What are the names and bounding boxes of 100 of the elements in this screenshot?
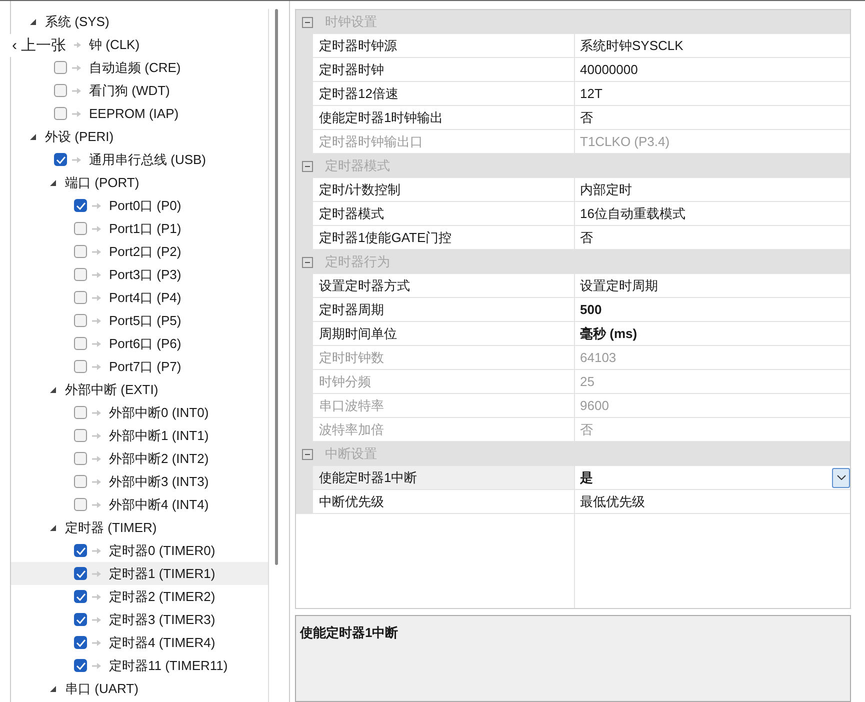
checkbox[interactable] — [54, 84, 67, 97]
tree-item[interactable]: 通用串行总线 (USB) — [89, 150, 206, 168]
property-name[interactable]: 定时器周期 — [313, 298, 575, 322]
checkbox[interactable] — [74, 498, 87, 511]
property-name[interactable]: 周期时间单位 — [313, 322, 575, 346]
category-label: 中断设置 — [325, 445, 377, 463]
property-value[interactable]: 毫秒 (ms) — [580, 324, 638, 342]
property-value[interactable]: 是 — [580, 468, 593, 486]
tree-item[interactable]: 看门狗 (WDT) — [89, 82, 170, 100]
property-value[interactable]: 12T — [580, 86, 602, 101]
tree-item[interactable]: 串口 (UART) — [65, 680, 138, 698]
tree-item[interactable]: Port4口 (P4) — [109, 288, 182, 306]
tree-item[interactable]: 钟 (CLK) — [89, 36, 140, 54]
selected-row[interactable]: 定时器1 (TIMER1) — [11, 562, 268, 585]
expand-triangle-icon[interactable] — [49, 684, 57, 692]
tree-item[interactable]: Port1口 (P1) — [109, 220, 182, 238]
arrow-icon — [92, 316, 101, 324]
tree-item[interactable]: Port7口 (P7) — [109, 358, 182, 376]
arrow-icon — [92, 224, 101, 232]
checkbox[interactable] — [74, 636, 87, 649]
property-value[interactable]: 最低优先级 — [580, 492, 645, 510]
tree-item[interactable]: Port6口 (P6) — [109, 334, 182, 352]
expand-triangle-icon[interactable] — [49, 178, 57, 186]
collapse-icon[interactable] — [302, 16, 313, 28]
check-icon — [76, 546, 86, 554]
tree-item[interactable]: 外部中断4 (INT4) — [109, 496, 209, 514]
checkbox[interactable] — [74, 406, 87, 419]
expand-triangle-icon[interactable] — [29, 18, 37, 26]
checkbox[interactable] — [74, 360, 87, 373]
tree-item[interactable]: Port5口 (P5) — [109, 312, 182, 330]
tree-item[interactable]: 定时器 (TIMER) — [65, 518, 157, 536]
checkbox[interactable] — [74, 337, 87, 350]
tree-item[interactable]: 定时器3 (TIMER3) — [109, 610, 216, 628]
expand-triangle-icon[interactable] — [29, 132, 37, 140]
property-name[interactable]: 定时器时钟 — [313, 58, 575, 82]
tree-item[interactable]: 外部中断2 (INT2) — [109, 450, 209, 468]
tree-item[interactable]: Port0口 (P0) — [109, 196, 182, 214]
property-value[interactable]: 16位自动重载模式 — [580, 204, 686, 222]
property-name[interactable]: 定时器12倍速 — [313, 82, 575, 106]
checkbox[interactable] — [74, 613, 87, 626]
tree-item[interactable]: 定时器11 (TIMER11) — [109, 656, 228, 674]
checkbox[interactable] — [74, 291, 87, 304]
checkbox[interactable] — [74, 429, 87, 442]
property-name[interactable]: 中断优先级 — [313, 490, 575, 514]
checkbox[interactable] — [74, 544, 87, 557]
checkbox[interactable] — [74, 314, 87, 327]
collapse-icon[interactable] — [302, 160, 313, 172]
property-name[interactable]: 定时器时钟源 — [313, 34, 575, 58]
tree-item[interactable]: 外设 (PERI) — [45, 128, 114, 146]
tree-item[interactable]: 定时器1 (TIMER1) — [109, 564, 216, 582]
collapse-icon[interactable] — [302, 448, 313, 460]
checkbox[interactable] — [74, 659, 87, 672]
checkbox[interactable] — [74, 199, 87, 212]
property-value[interactable]: 系统时钟SYSCLK — [580, 36, 684, 54]
arrow-icon — [92, 662, 101, 670]
tree-item[interactable]: 外部中断1 (INT1) — [109, 426, 209, 444]
property-name[interactable]: 使能定时器1中断 — [313, 466, 575, 490]
checkbox[interactable] — [74, 475, 87, 488]
tree-item[interactable]: 定时器0 (TIMER0) — [109, 542, 216, 560]
property-name[interactable]: 定时器1使能GATE门控 — [313, 226, 575, 250]
tree-item[interactable]: 自动追频 (CRE) — [89, 58, 181, 76]
tree-item[interactable]: Port2口 (P2) — [109, 242, 182, 260]
expand-triangle-icon[interactable] — [49, 524, 57, 532]
property-value[interactable]: 否 — [580, 228, 593, 246]
property-value[interactable]: 500 — [580, 302, 602, 317]
checkbox[interactable] — [54, 61, 67, 74]
tree-item[interactable]: 系统 (SYS) — [45, 12, 110, 30]
checkbox[interactable] — [74, 567, 87, 580]
checkbox[interactable] — [54, 153, 67, 166]
checkbox[interactable] — [74, 268, 87, 281]
checkbox[interactable] — [54, 107, 67, 120]
property-name[interactable]: 定时器模式 — [313, 202, 575, 226]
property-value[interactable]: 内部定时 — [580, 180, 632, 198]
checkbox[interactable] — [74, 222, 87, 235]
checkbox[interactable] — [74, 452, 87, 465]
tree-item[interactable]: 定时器4 (TIMER4) — [109, 634, 216, 652]
property-value[interactable]: 40000000 — [580, 62, 638, 77]
checkbox[interactable] — [74, 590, 87, 603]
chevron-left-icon: ‹ — [12, 37, 17, 54]
tree-item[interactable]: 端口 (PORT) — [65, 174, 140, 192]
tree-item[interactable]: EEPROM (IAP) — [89, 106, 179, 121]
checkbox[interactable] — [74, 245, 87, 258]
arrow-icon — [72, 110, 81, 118]
arrow-icon — [92, 638, 101, 646]
tree-item[interactable]: Port3口 (P3) — [109, 266, 182, 284]
property-name[interactable]: 定时/计数控制 — [313, 178, 575, 202]
tree-item[interactable]: 外部中断3 (INT3) — [109, 472, 209, 490]
property-value[interactable]: 设置定时周期 — [580, 276, 658, 294]
scrollbar-thumb[interactable] — [274, 9, 278, 565]
property-value[interactable]: 否 — [580, 108, 593, 126]
tree-item[interactable]: 外部中断 (EXTI) — [65, 380, 158, 398]
property-name[interactable]: 使能定时器1时钟输出 — [313, 106, 575, 130]
property-name[interactable]: 设置定时器方式 — [313, 274, 575, 298]
tree-item[interactable]: 定时器2 (TIMER2) — [109, 588, 216, 606]
tree-item[interactable]: 外部中断0 (INT0) — [109, 404, 209, 422]
dropdown-button[interactable] — [832, 468, 850, 488]
arrow-icon — [92, 248, 101, 256]
category-label: 定时器行为 — [325, 253, 390, 271]
expand-triangle-icon[interactable] — [49, 386, 57, 394]
collapse-icon[interactable] — [302, 256, 313, 268]
